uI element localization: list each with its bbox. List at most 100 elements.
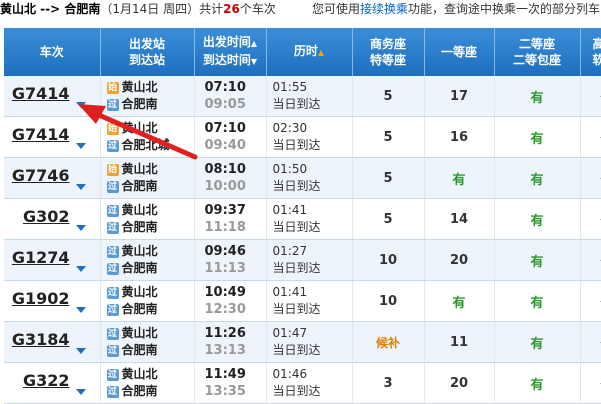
second-class-cell[interactable]: 有 — [494, 362, 581, 404]
stations-cell: 始黄山北 过合肥北城 — [100, 116, 195, 158]
second-class-cell[interactable]: 有 — [494, 239, 581, 281]
times-cell: 07:10 09:05 — [194, 76, 267, 117]
second-class-cell[interactable]: 有 — [494, 157, 581, 199]
first-class-cell[interactable]: 11 — [424, 321, 495, 363]
business-seat-cell[interactable]: 候补 — [352, 321, 425, 363]
expand-stops-icon[interactable] — [75, 348, 86, 354]
pass-station-icon: 过 — [106, 327, 119, 340]
arrival-station: 合肥南 — [121, 220, 158, 234]
sort-down-icon[interactable]: ▼ — [251, 57, 257, 66]
second-class-cell[interactable]: 有 — [494, 280, 581, 322]
train-row: G3184 过黄山北 过合肥南 11:26 13:13 01:47 当日到达 候… — [4, 321, 601, 363]
stations-cell: 过黄山北 过合肥南 — [100, 239, 195, 281]
departure-station: 黄山北 — [121, 326, 158, 340]
pass-station-icon: 过 — [106, 385, 119, 398]
business-seat-cell[interactable]: 10 — [352, 239, 425, 281]
expand-stops-icon[interactable] — [75, 143, 86, 149]
duration-cell: 01:47 当日到达 — [266, 321, 353, 363]
soft-sleeper-cell[interactable]: -- — [580, 116, 601, 158]
train-number-link[interactable]: G1274 — [12, 248, 70, 267]
arrival-day: 当日到达 — [272, 179, 321, 193]
duration: 01:50 — [272, 162, 308, 176]
soft-sleeper-cell[interactable]: -- — [580, 362, 601, 404]
result-count-prefix: 共计 — [199, 2, 224, 16]
soft-sleeper-cell[interactable]: -- — [580, 198, 601, 240]
business-seat-cell[interactable]: 5 — [352, 198, 425, 240]
times-cell: 09:46 11:13 — [194, 239, 267, 281]
duration: 02:30 — [272, 121, 308, 135]
pass-station-icon: 过 — [106, 344, 119, 357]
departure-time: 08:10 — [204, 162, 246, 177]
first-class-cell[interactable]: 14 — [424, 198, 495, 240]
expand-stops-icon[interactable] — [75, 389, 86, 395]
second-class-cell[interactable]: 有 — [494, 76, 581, 117]
duration-cell: 01:41 当日到达 — [266, 198, 353, 240]
soft-sleeper-cell[interactable]: -- — [580, 239, 601, 281]
train-number-link[interactable]: G7414 — [12, 125, 70, 144]
first-class-cell[interactable]: 有 — [424, 157, 495, 199]
train-number-link[interactable]: G302 — [23, 207, 70, 226]
business-seat-cell[interactable]: 5 — [352, 116, 425, 158]
arrival-station: 合肥南 — [121, 302, 158, 316]
second-class-cell[interactable]: 有 — [494, 116, 581, 158]
stations-cell: 过黄山北 过合肥南 — [100, 198, 195, 240]
start-station-icon: 始 — [106, 163, 119, 176]
transfer-link[interactable]: 接续换乘 — [360, 2, 408, 16]
business-seat-cell[interactable]: 5 — [352, 157, 425, 199]
train-number-link[interactable]: G1902 — [12, 289, 70, 308]
duration: 01:55 — [272, 80, 308, 94]
result-count: 26 — [223, 2, 240, 16]
start-station-icon: 始 — [106, 122, 119, 135]
train-number-cell: G322 — [4, 362, 101, 404]
duration-cell: 01:55 当日到达 — [266, 76, 353, 117]
expand-stops-icon[interactable] — [75, 307, 86, 313]
col-stations: 出发站 到达站 — [100, 28, 195, 76]
train-results-table: 车次 出发站 到达站 出发时间▲ 到达时间▼ 历时▲ 商务座 特等座 一等座 二等座二… — [4, 28, 601, 404]
col-train-number[interactable]: 车次 — [4, 28, 101, 76]
expand-stops-icon[interactable] — [75, 266, 86, 272]
departure-station: 黄山北 — [121, 121, 158, 135]
soft-sleeper-cell[interactable]: -- — [580, 76, 601, 117]
pass-station-icon: 过 — [106, 262, 119, 275]
arrival-time: 13:35 — [204, 384, 246, 399]
arrival-day: 当日到达 — [272, 302, 321, 316]
train-number-link[interactable]: G3184 — [12, 330, 70, 349]
expand-stops-icon[interactable] — [75, 225, 86, 231]
expand-stops-icon[interactable] — [75, 102, 86, 108]
business-seat-cell[interactable]: 10 — [352, 280, 425, 322]
first-class-cell[interactable]: 20 — [424, 362, 495, 404]
col-duration[interactable]: 历时▲ — [266, 28, 353, 76]
business-seat-cell[interactable]: 3 — [352, 362, 425, 404]
sort-up-icon[interactable]: ▲ — [251, 39, 257, 48]
result-count-suffix: 个车次 — [239, 2, 276, 16]
arrival-time: 09:05 — [204, 97, 246, 112]
first-class-cell[interactable]: 20 — [424, 239, 495, 281]
pass-station-icon: 过 — [106, 303, 119, 316]
travel-date: （1月14日 周四） — [100, 2, 200, 16]
times-cell: 11:26 13:13 — [194, 321, 267, 363]
duration-cell: 01:41 当日到达 — [266, 280, 353, 322]
stations-cell: 过黄山北 过合肥南 — [100, 280, 195, 322]
first-class-cell[interactable]: 16 — [424, 116, 495, 158]
soft-sleeper-cell[interactable]: -- — [580, 280, 601, 322]
first-class-cell[interactable]: 有 — [424, 280, 495, 322]
soft-sleeper-cell[interactable]: -- — [580, 321, 601, 363]
expand-stops-icon[interactable] — [75, 184, 86, 190]
transfer-hint: 您可使用接续换乘功能，查询途中换乘一次的部分列车 — [312, 0, 600, 18]
business-seat-cell[interactable]: 5 — [352, 76, 425, 117]
first-class-cell[interactable]: 17 — [424, 76, 495, 117]
train-number-link[interactable]: G7414 — [12, 84, 70, 103]
pass-station-icon: 过 — [106, 204, 119, 217]
departure-station: 黄山北 — [121, 244, 158, 258]
second-class-cell[interactable]: 有 — [494, 321, 581, 363]
col-times[interactable]: 出发时间▲ 到达时间▼ — [194, 28, 267, 76]
start-station-icon: 始 — [106, 81, 119, 94]
soft-sleeper-cell[interactable]: -- — [580, 157, 601, 199]
second-class-cell[interactable]: 有 — [494, 198, 581, 240]
departure-station: 黄山北 — [121, 80, 158, 94]
train-number-link[interactable]: G7746 — [12, 166, 70, 185]
sort-duration-icon[interactable]: ▲ — [318, 48, 324, 57]
train-number-link[interactable]: G322 — [23, 371, 70, 390]
departure-time: 11:26 — [204, 326, 246, 341]
stations-cell: 过黄山北 过合肥南 — [100, 362, 195, 404]
